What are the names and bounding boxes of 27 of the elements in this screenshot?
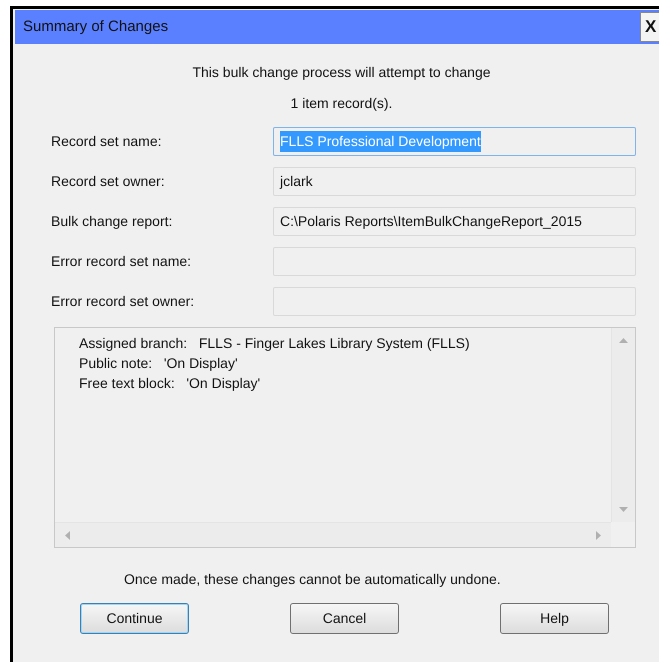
dialog-button[interactable]: Continue	[80, 603, 189, 634]
field-label: Error record set owner:	[50, 292, 196, 311]
summary-line: Assigned branch: FLLS - Finger Lakes Library System (FLLS)	[79, 334, 471, 353]
dialog-button[interactable]: Help	[500, 603, 609, 634]
scroll-up-icon[interactable]	[619, 338, 628, 343]
close-button[interactable]: X	[640, 12, 659, 42]
warning-text: Once made, these changes cannot be automatically undone.	[124, 570, 502, 589]
intro-text: This bulk change process will attempt to change	[192, 63, 491, 82]
intro-text: 1 item record(s).	[290, 94, 392, 113]
field-label: Record set name:	[50, 132, 162, 151]
dialog-button[interactable]: Cancel	[290, 603, 399, 634]
field-value: C:\Polaris Reports\ItemBulkChangeReport_2015	[280, 212, 582, 231]
window-title: Summary of Changes	[22, 16, 168, 37]
summary-line: Public note: 'On Display'	[79, 354, 239, 373]
text-field[interactable]: C:\Polaris Reports\ItemBulkChangeReport_2015	[273, 207, 636, 236]
scroll-down-icon[interactable]	[619, 507, 628, 512]
scroll-right-icon[interactable]	[596, 530, 601, 540]
vertical-scrollbar[interactable]	[611, 328, 635, 522]
field-value: FLLS Professional Development	[280, 131, 481, 152]
summary-line: Free text block: 'On Display'	[79, 374, 262, 393]
field-label: Record set owner:	[50, 172, 166, 191]
scroll-left-icon[interactable]	[65, 530, 70, 540]
field-label: Bulk change report:	[50, 212, 174, 231]
field-value: jclark	[280, 172, 313, 191]
text-field[interactable]: jclark	[273, 167, 636, 196]
horizontal-scrollbar[interactable]	[55, 522, 611, 547]
field-label: Error record set name:	[50, 252, 192, 271]
